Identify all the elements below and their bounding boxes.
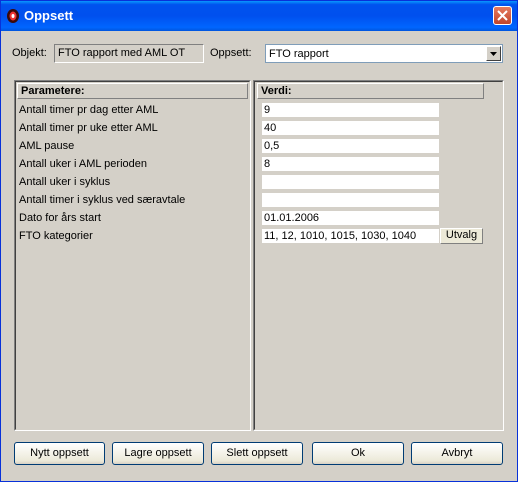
values-header: Verdi: — [257, 83, 484, 99]
chevron-down-icon — [490, 52, 497, 56]
app-icon — [6, 8, 20, 24]
delete-setup-button[interactable]: Slett oppsett — [211, 442, 303, 465]
objekt-field: FTO rapport med AML OT — [54, 44, 204, 63]
oppsett-select[interactable]: FTO rapport — [265, 44, 503, 63]
value-input[interactable]: 40 — [262, 121, 439, 135]
value-input[interactable] — [262, 175, 439, 189]
new-setup-button[interactable]: Nytt oppsett — [14, 442, 105, 465]
param-label: AML pause — [19, 140, 75, 152]
window-title: Oppsett — [24, 8, 74, 23]
save-setup-button[interactable]: Lagre oppsett — [112, 442, 204, 465]
title-bar[interactable]: Oppsett — [1, 1, 517, 31]
param-label: Antall uker i syklus — [19, 176, 111, 188]
dialog-window: Oppsett Objekt: FTO rapport med AML OT O… — [0, 0, 518, 482]
oppsett-label: Oppsett: — [210, 47, 252, 59]
param-label: FTO kategorier — [19, 230, 93, 242]
objekt-label: Objekt: — [12, 47, 47, 59]
cancel-button[interactable]: Avbryt — [411, 442, 503, 465]
value-input[interactable]: 11, 12, 1010, 1015, 1030, 1040 — [262, 229, 439, 243]
param-label: Antall uker i AML perioden — [19, 158, 147, 170]
dropdown-button[interactable] — [486, 46, 501, 61]
ok-button[interactable]: Ok — [312, 442, 404, 465]
value-input[interactable]: 9 — [262, 103, 439, 117]
value-input[interactable] — [262, 193, 439, 207]
value-input[interactable]: 01.01.2006 — [262, 211, 439, 225]
close-button[interactable] — [493, 6, 512, 25]
oppsett-select-value: FTO rapport — [269, 48, 329, 60]
param-label: Antall timer pr uke etter AML — [19, 122, 158, 134]
utvalg-button[interactable]: Utvalg — [440, 228, 483, 244]
param-label: Antall timer i syklus ved særavtale — [19, 194, 186, 206]
value-input[interactable]: 8 — [262, 157, 439, 171]
param-label: Dato for års start — [19, 212, 101, 224]
parameters-header: Parametere: — [17, 83, 248, 99]
param-label: Antall timer pr dag etter AML — [19, 104, 159, 116]
value-input[interactable]: 0,5 — [262, 139, 439, 153]
